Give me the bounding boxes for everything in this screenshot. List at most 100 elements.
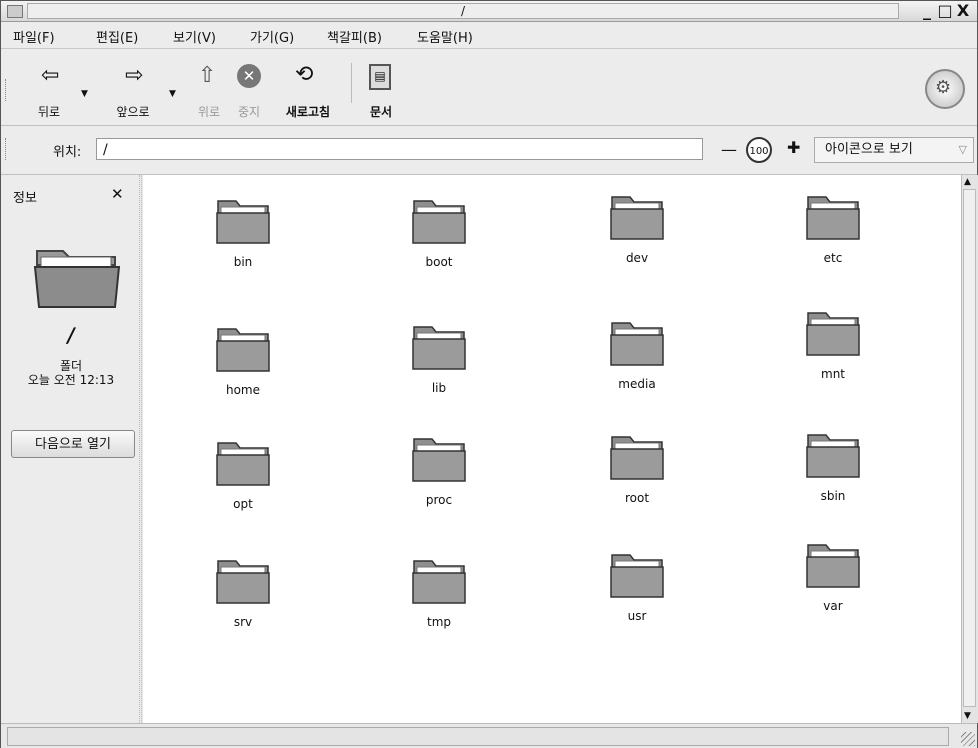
menu-bookmarks[interactable]: 책갈피(B) (327, 27, 382, 46)
back-arrow-icon: ⇦ (41, 63, 60, 88)
folder-icon (806, 312, 860, 356)
icon-view[interactable]: bin boot dev etc home lib media mnt opt proc root s… (143, 175, 961, 723)
sidebar-close-button[interactable]: ✕ (111, 185, 124, 203)
folder-item-root[interactable]: root (577, 431, 697, 505)
menu-edit[interactable]: 편집(E) (96, 27, 138, 46)
location-bar: 위치: / — 100 ✚ 아이콘으로 보기 ▽ (1, 126, 977, 175)
folder-name: media (618, 377, 656, 391)
scrollbar-thumb[interactable] (963, 189, 976, 707)
folder-icon (412, 560, 466, 604)
location-grip[interactable] (5, 138, 9, 160)
folder-item-opt[interactable]: opt (183, 437, 303, 511)
folder-icon (610, 196, 664, 240)
view-mode-select[interactable]: 아이콘으로 보기 ▽ (814, 137, 974, 163)
folder-item-srv[interactable]: srv (183, 555, 303, 629)
menu-view[interactable]: 보기(V) (173, 27, 216, 46)
folder-name: opt (233, 497, 253, 511)
folder-icon (806, 196, 860, 240)
documents-icon: ▤ (369, 64, 391, 90)
up-arrow-icon: ⇧ (198, 63, 217, 88)
documents-button[interactable]: ▤ 문서 (357, 49, 405, 125)
folder-icon (216, 560, 270, 604)
window-menu-icon[interactable] (7, 5, 23, 18)
menu-file[interactable]: 파일(F) (13, 27, 55, 46)
folder-item-usr[interactable]: usr (577, 549, 697, 623)
back-label: 뒤로 (37, 105, 61, 119)
selected-item-modified: 오늘 오전 12:13 (27, 373, 115, 387)
folder-name: etc (823, 251, 843, 265)
folder-item-proc[interactable]: proc (379, 433, 499, 507)
folder-name: dev (625, 251, 649, 265)
folder-name: sbin (820, 489, 846, 503)
folder-name: usr (627, 609, 647, 623)
menu-go[interactable]: 가기(G) (250, 27, 294, 46)
window-controls: _ □ X (919, 1, 973, 20)
back-history-dropdown-icon[interactable]: ▼ (81, 89, 88, 99)
sidebar-title: 정보 (13, 191, 37, 206)
stop-label: 중지 (237, 105, 261, 119)
stop-button[interactable]: ✕ 중지 (229, 49, 269, 125)
folder-name: home (225, 383, 261, 397)
back-button[interactable]: ⇦ 뒤로 (21, 49, 77, 125)
status-text (7, 727, 949, 746)
folder-item-boot[interactable]: boot (379, 195, 499, 269)
menu-help[interactable]: 도움말(H) (417, 27, 473, 46)
up-button[interactable]: ⇧ 위로 (189, 49, 229, 125)
folder-icon (806, 544, 860, 588)
forward-history-dropdown-icon[interactable]: ▼ (169, 89, 176, 99)
folder-name: var (823, 599, 843, 613)
folder-item-tmp[interactable]: tmp (379, 555, 499, 629)
folder-icon (216, 200, 270, 244)
folder-item-var[interactable]: var (773, 539, 893, 613)
view-mode-label: 아이콘으로 보기 (825, 142, 913, 157)
zoom-out-button[interactable]: — (721, 140, 737, 159)
folder-icon (610, 436, 664, 480)
forward-button[interactable]: ⇨ 앞으로 (97, 49, 169, 125)
close-button[interactable]: X (955, 1, 973, 20)
folder-item-home[interactable]: home (183, 323, 303, 397)
folder-item-bin[interactable]: bin (183, 195, 303, 269)
scroll-up-icon[interactable]: ▲ (964, 177, 971, 187)
location-input[interactable]: / (96, 138, 703, 160)
folder-large-icon (33, 250, 121, 308)
folder-item-lib[interactable]: lib (379, 321, 499, 395)
maximize-button[interactable]: □ (937, 1, 955, 20)
reload-label: 새로고침 (285, 105, 331, 119)
folder-icon (216, 328, 270, 372)
folder-item-media[interactable]: media (577, 317, 697, 391)
folder-item-dev[interactable]: dev (577, 191, 697, 265)
window-title: / (27, 3, 899, 19)
folder-name: lib (431, 381, 447, 395)
zoom-in-button[interactable]: ✚ (787, 138, 800, 157)
resize-grip-icon[interactable] (961, 732, 975, 746)
folder-name: proc (425, 493, 453, 507)
scroll-down-icon[interactable]: ▼ (964, 711, 971, 721)
menu-bar: 파일(F) 편집(E) 보기(V) 가기(G) 책갈피(B) 도움말(H) (1, 22, 977, 49)
chevron-down-icon: ▽ (958, 143, 967, 156)
stop-icon: ✕ (237, 64, 261, 88)
folder-item-mnt[interactable]: mnt (773, 307, 893, 381)
folder-name: bin (233, 255, 253, 269)
activity-throbber-icon: ⚙ (925, 69, 965, 109)
folder-name: tmp (426, 615, 451, 629)
up-label: 위로 (197, 105, 221, 119)
folder-name: mnt (821, 367, 845, 381)
folder-item-etc[interactable]: etc (773, 191, 893, 265)
title-bar[interactable]: / _ □ X (1, 1, 977, 22)
folder-name: boot (425, 255, 453, 269)
vertical-scrollbar[interactable]: ▲ ▼ (961, 175, 978, 723)
folder-icon (412, 438, 466, 482)
folder-icon (412, 200, 466, 244)
location-label: 위치: (53, 145, 82, 160)
zoom-level-button[interactable]: 100 (746, 137, 772, 163)
minimize-button[interactable]: _ (919, 1, 937, 20)
reload-button[interactable]: ⟲ 새로고침 (275, 49, 341, 125)
toolbar-grip[interactable] (5, 79, 9, 101)
info-sidebar: 정보 ✕ / 폴더 오늘 오전 12:13 다음으로 열기 (1, 175, 142, 723)
forward-label: 앞으로 (116, 105, 150, 119)
open-with-button[interactable]: 다음으로 열기 (11, 430, 135, 458)
documents-label: 문서 (369, 105, 393, 119)
folder-name: root (624, 491, 650, 505)
folder-item-sbin[interactable]: sbin (773, 429, 893, 503)
folder-icon (610, 322, 664, 366)
